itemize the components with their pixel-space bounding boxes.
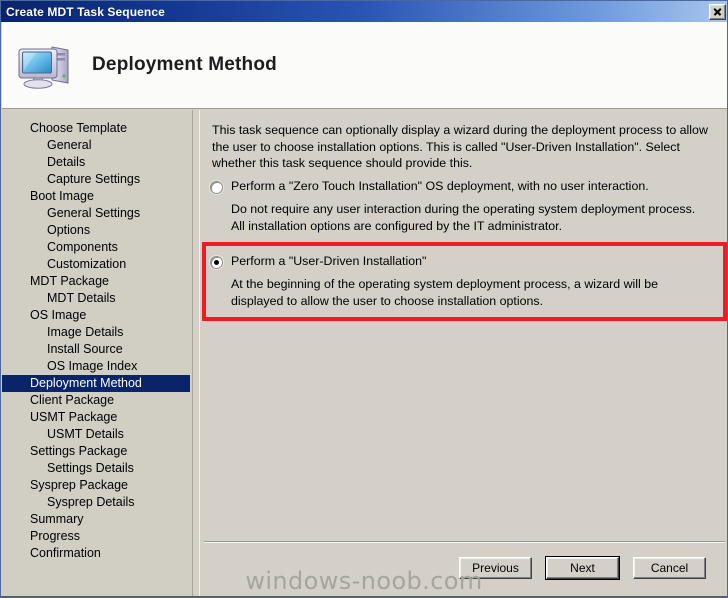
page-title: Deployment Method [92, 54, 277, 75]
footer-divider [204, 541, 725, 543]
sidebar-item-confirmation[interactable]: Confirmation [2, 545, 192, 562]
sidebar-item-progress[interactable]: Progress [2, 528, 192, 545]
zero-touch-option-row[interactable]: Perform a "Zero Touch Installation" OS d… [210, 179, 718, 194]
sidebar-item-boot-image[interactable]: Boot Image [2, 188, 192, 205]
title-bar: Create MDT Task Sequence [1, 1, 727, 22]
sidebar-item-image-details[interactable]: Image Details [2, 324, 192, 341]
sidebar-item-components[interactable]: Components [2, 239, 192, 256]
sidebar-item-os-image[interactable]: OS Image [2, 307, 192, 324]
sidebar-item-customization[interactable]: Customization [2, 256, 192, 273]
zero-touch-option-label: Perform a "Zero Touch Installation" OS d… [231, 179, 649, 193]
sidebar-item-general[interactable]: General [2, 137, 192, 154]
sidebar-item-usmt-package[interactable]: USMT Package [2, 409, 192, 426]
window-title: Create MDT Task Sequence [6, 4, 165, 19]
sidebar-item-sysprep-package[interactable]: Sysprep Package [2, 477, 192, 494]
sidebar-item-usmt-details[interactable]: USMT Details [2, 426, 192, 443]
next-button[interactable]: Next [545, 556, 620, 580]
sidebar-item-deployment-method[interactable]: Deployment Method [2, 375, 190, 392]
zero-touch-installation-option[interactable]: Perform a "Zero Touch Installation" OS d… [210, 179, 718, 234]
wizard-header: Deployment Method [2, 22, 727, 109]
create-mdt-task-sequence-dialog: Create MDT Task Sequence Deployment Meth… [0, 0, 728, 598]
sidebar-item-capture-settings[interactable]: Capture Settings [2, 171, 192, 188]
user-driven-option-row[interactable]: Perform a "User-Driven Installation" [210, 254, 718, 269]
sidebar-item-general-settings[interactable]: General Settings [2, 205, 192, 222]
zero-touch-option-description: Do not require any user interaction duri… [231, 202, 696, 233]
radio-dot [214, 260, 219, 265]
sidebar-item-settings-package[interactable]: Settings Package [2, 443, 192, 460]
radio-user-driven-installation[interactable] [210, 256, 223, 269]
cancel-button[interactable]: Cancel [633, 557, 706, 579]
sidebar-item-details[interactable]: Details [2, 154, 192, 171]
sidebar-item-options[interactable]: Options [2, 222, 192, 239]
sidebar-item-client-package[interactable]: Client Package [2, 392, 192, 409]
wizard-content-pane: This task sequence can optionally displa… [199, 110, 727, 597]
sidebar-item-choose-template[interactable]: Choose Template [2, 120, 192, 137]
button-row: Previous Next Cancel [459, 556, 706, 580]
user-driven-option-label: Perform a "User-Driven Installation" [231, 254, 427, 268]
sidebar-item-summary[interactable]: Summary [2, 511, 192, 528]
wizard-step-list: Choose Template General Details Capture … [2, 110, 193, 597]
sidebar-item-settings-details[interactable]: Settings Details [2, 460, 192, 477]
sidebar-item-sysprep-details[interactable]: Sysprep Details [2, 494, 192, 511]
radio-zero-touch-installation[interactable] [210, 181, 223, 194]
user-driven-installation-option[interactable]: Perform a "User-Driven Installation" At … [210, 254, 718, 309]
intro-text: This task sequence can optionally displa… [212, 123, 708, 170]
sidebar-item-os-image-index[interactable]: OS Image Index [2, 358, 192, 375]
user-driven-option-description: At the beginning of the operating system… [231, 277, 659, 308]
sidebar-item-mdt-package[interactable]: MDT Package [2, 273, 192, 290]
sidebar-item-mdt-details[interactable]: MDT Details [2, 290, 192, 307]
close-icon[interactable] [709, 3, 726, 20]
previous-button[interactable]: Previous [459, 557, 532, 579]
computer-icon [16, 39, 74, 91]
wizard-body: Choose Template General Details Capture … [2, 110, 727, 597]
sidebar-item-install-source[interactable]: Install Source [2, 341, 192, 358]
